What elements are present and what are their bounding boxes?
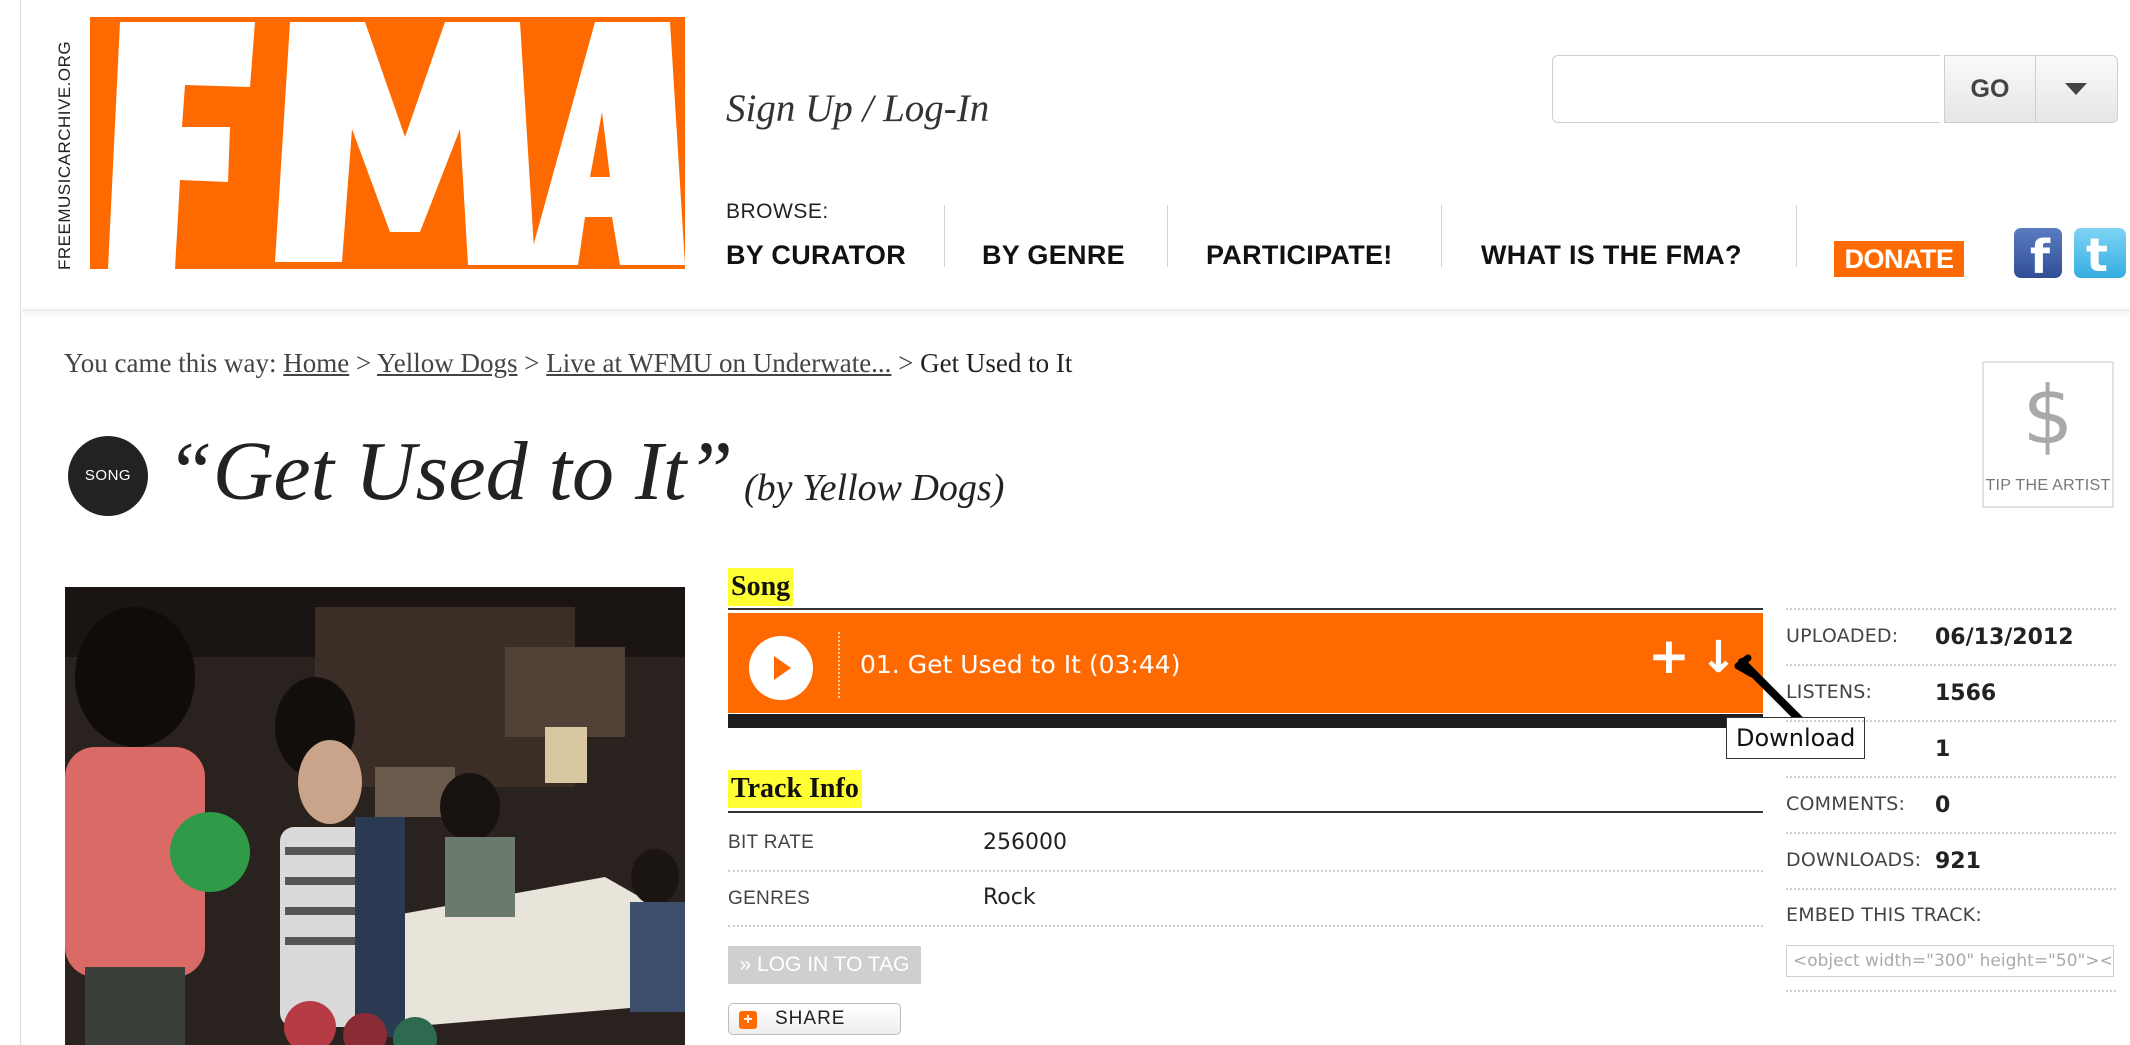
- header-divider: [22, 309, 2130, 311]
- stats-divider: [1786, 990, 2116, 992]
- twitter-icon[interactable]: t: [2074, 228, 2126, 278]
- player-divider: [838, 632, 840, 698]
- song-type-badge: SONG: [68, 436, 148, 516]
- chevron-down-icon: [2065, 83, 2087, 95]
- comments-label: COMMENTS:: [1786, 793, 1906, 815]
- nav-participate[interactable]: PARTICIPATE!: [1206, 240, 1393, 271]
- twitter-glyph: t: [2086, 228, 2108, 278]
- stats-divider: [1786, 888, 2116, 890]
- downloads-value: 921: [1935, 849, 1981, 874]
- signup-login-link[interactable]: Sign Up / Log-In: [726, 86, 989, 131]
- track-info-rule: [728, 811, 1763, 813]
- nav-divider: [1796, 205, 1797, 267]
- bit-rate-label: BIT RATE: [728, 832, 815, 853]
- uploaded-label: UPLOADED:: [1786, 625, 1899, 647]
- row-divider: [728, 925, 1763, 927]
- track-info-section-label: Track Info: [728, 770, 862, 808]
- stats-divider: [1786, 720, 2116, 722]
- donate-button[interactable]: DONATE: [1834, 241, 1964, 277]
- breadcrumb-separator: >: [898, 348, 914, 378]
- uploaded-value: 06/13/2012: [1935, 625, 2074, 650]
- listens-label: LISTENS:: [1786, 681, 1873, 703]
- dollar-icon: $: [2022, 369, 2074, 462]
- fma-logo[interactable]: [90, 17, 685, 269]
- album-artwork: [65, 587, 685, 1045]
- browse-label: BROWSE:: [726, 200, 829, 223]
- login-to-tag-button[interactable]: » LOG IN TO TAG: [728, 946, 921, 984]
- search-go-button[interactable]: GO: [1944, 55, 2036, 123]
- embed-label: EMBED THIS TRACK:: [1786, 904, 1982, 926]
- nav-divider: [944, 205, 945, 267]
- bit-rate-value: 256000: [983, 830, 1067, 855]
- breadcrumb-separator: >: [524, 348, 540, 378]
- song-section-rule: [728, 608, 1763, 610]
- download-tooltip: Download: [1726, 717, 1866, 759]
- fma-logo-letters: [90, 17, 685, 269]
- row-divider: [728, 870, 1763, 872]
- breadcrumb-current: Get Used to It: [920, 348, 1073, 378]
- comments-value[interactable]: 0: [1935, 793, 1950, 818]
- stats-divider: [1786, 664, 2116, 666]
- genres-label: GENRES: [728, 888, 811, 909]
- stats-divider: [1786, 832, 2116, 834]
- song-section-label: Song: [728, 568, 794, 606]
- add-to-playlist-icon[interactable]: +: [1648, 631, 1690, 681]
- tip-the-artist-label: TIP THE ARTIST: [1985, 477, 2111, 494]
- nav-by-genre[interactable]: BY GENRE: [982, 240, 1125, 271]
- facebook-icon[interactable]: f: [2014, 228, 2062, 284]
- player-progress-bar[interactable]: [728, 714, 1763, 728]
- search-dropdown-button[interactable]: [2036, 55, 2118, 123]
- embed-code-field[interactable]: [1786, 945, 2114, 977]
- breadcrumb: You came this way: Home > Yellow Dogs > …: [64, 348, 1072, 379]
- play-icon: [774, 656, 791, 680]
- breadcrumb-artist[interactable]: Yellow Dogs: [377, 348, 518, 378]
- favorites-value: 1: [1935, 737, 1951, 762]
- stats-divider: [1786, 776, 2116, 778]
- breadcrumb-prefix: You came this way:: [64, 348, 277, 378]
- nav-divider: [1167, 205, 1168, 267]
- tip-the-artist-button[interactable]: $ TIP THE ARTIST: [1982, 361, 2114, 508]
- breadcrumb-album[interactable]: Live at WFMU on Underwate...: [546, 348, 891, 378]
- site-url-vertical: FREEMUSICARCHIVE.ORG: [55, 20, 79, 270]
- stats-divider: [1786, 608, 2116, 610]
- play-button[interactable]: [749, 636, 813, 700]
- genre-link[interactable]: Rock: [983, 885, 1036, 910]
- breadcrumb-home[interactable]: Home: [283, 348, 349, 378]
- song-title: “Get Used to It”: [166, 425, 733, 518]
- breadcrumb-separator: >: [355, 348, 372, 378]
- search-input[interactable]: [1552, 55, 1940, 123]
- nav-what-is-fma[interactable]: WHAT IS THE FMA?: [1481, 240, 1742, 271]
- share-label: SHARE: [775, 1008, 846, 1029]
- share-button[interactable]: + SHARE: [728, 1003, 901, 1035]
- album-artwork-image: [65, 587, 685, 1045]
- track-title: 01. Get Used to It (03:44): [860, 650, 1181, 679]
- nav-by-curator[interactable]: BY CURATOR: [726, 240, 906, 271]
- page-border: [20, 0, 21, 1045]
- site-url-text: FREEMUSICARCHIVE.ORG: [55, 40, 74, 270]
- song-artist-link[interactable]: (by Yellow Dogs): [744, 466, 1004, 510]
- nav-divider: [1441, 205, 1442, 267]
- facebook-glyph: f: [2030, 230, 2051, 284]
- downloads-label: DOWNLOADS:: [1786, 849, 1922, 871]
- share-plus-icon: +: [739, 1011, 757, 1029]
- listens-value: 1566: [1935, 681, 1997, 706]
